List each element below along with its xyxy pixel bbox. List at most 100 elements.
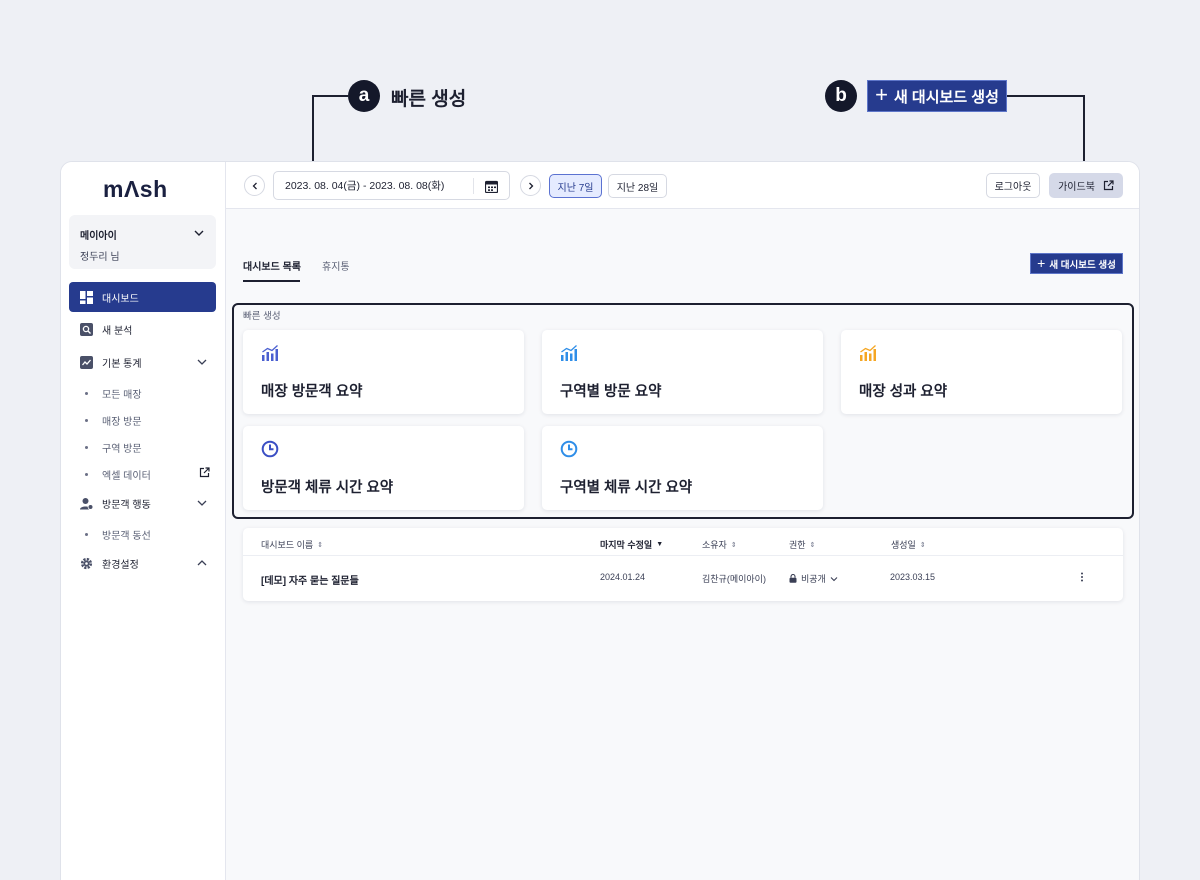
table-row-permission[interactable]: 비공개 [789, 572, 838, 585]
column-header-label: 권한 [789, 540, 806, 550]
sidebar-item-label: 방문객 행동 [102, 499, 151, 511]
sort-icon: ⇕ [809, 541, 816, 549]
mash-logo[interactable]: mΛsh [103, 176, 168, 203]
header-divider [243, 555, 1123, 556]
quick-card-label: 방문객 체류 시간 요약 [261, 480, 394, 496]
column-header-name[interactable]: 대시보드 이름 ⇕ [261, 538, 323, 551]
sidebar-item-visitor-behavior[interactable]: 방문객 행동 [69, 488, 216, 518]
guidebook-label: 가이드북 [1058, 182, 1095, 193]
sidebar-sub-store-visits[interactable]: 매장 방문 [85, 413, 142, 428]
callout-a-line-h [313, 95, 348, 97]
chevron-down-icon [197, 359, 207, 365]
prev-period-button[interactable] [244, 175, 265, 196]
plus-icon: + [1037, 255, 1046, 271]
sidebar-item-label: 대시보드 [102, 293, 139, 305]
external-link-icon [1103, 180, 1114, 191]
callout-a-label: 빠른 생성 [391, 89, 467, 110]
lock-icon [789, 574, 797, 583]
chevron-down-icon [830, 576, 838, 581]
external-link-icon [199, 467, 210, 478]
top-bar: 2023. 08. 04(금) - 2023. 08. 08(화) 지난 7일 … [226, 162, 1139, 209]
quick-card-zone-visit-summary[interactable]: 구역별 방문 요약 [542, 330, 823, 414]
dashboard-table: 대시보드 이름 ⇕ 마지막 수정일 ▼ 소유자 ⇕ 권한 ⇕ 생성일 ⇕ [데모] 자주 … [243, 528, 1123, 601]
sidebar-item-dashboard[interactable]: 대시보드 [69, 282, 216, 312]
more-vertical-icon [1081, 572, 1083, 582]
column-header-label: 소유자 [702, 540, 727, 550]
sidebar-item-basic-stats[interactable]: 기본 통계 [69, 347, 216, 377]
dashboard-icon [79, 290, 93, 304]
tab-trash[interactable]: 휴지통 [322, 258, 350, 273]
sort-icon: ⇕ [919, 541, 926, 549]
quick-card-visitor-dwell-summary[interactable]: 방문객 체류 시간 요약 [243, 426, 524, 510]
sidebar-sub-excel-data[interactable]: 엑셀 데이터 [85, 467, 151, 482]
callout-b-line-h [1007, 95, 1084, 97]
org-selector[interactable]: 메이아이 정두리 님 [69, 215, 216, 269]
sort-icon: ⇕ [730, 541, 737, 549]
callout-b-badge: b [825, 80, 857, 112]
quick-card-store-performance-summary[interactable]: 매장 성과 요약 [841, 330, 1122, 414]
sidebar-item-new-analysis[interactable]: 새 분석 [69, 314, 216, 344]
tab-dashboard-list[interactable]: 대시보드 목록 [243, 258, 301, 273]
table-row-modified: 2024.01.24 [600, 572, 646, 582]
gear-icon [79, 556, 93, 570]
sidebar-sub-all-stores[interactable]: 모든 매장 [85, 386, 142, 401]
column-header-modified[interactable]: 마지막 수정일 ▼ [600, 538, 663, 551]
table-row-name[interactable]: [데모] 자주 묻는 질문들 [261, 572, 359, 587]
column-header-label: 생성일 [891, 540, 916, 550]
date-range-picker[interactable]: 2023. 08. 04(금) - 2023. 08. 08(화) [273, 171, 510, 200]
quick-card-label: 매장 방문객 요약 [261, 384, 363, 400]
new-dashboard-button[interactable]: + 새 대시보드 생성 [1030, 253, 1123, 274]
tab-underline [243, 280, 300, 282]
new-dashboard-label: 새 대시보드 생성 [1049, 259, 1116, 271]
column-header-permission[interactable]: 권한 ⇕ [789, 538, 815, 551]
column-header-label: 대시보드 이름 [261, 540, 314, 550]
table-row-created: 2023.03.15 [890, 572, 936, 582]
app-window: mΛsh 메이아이 정두리 님 대시보드 새 분석 기본 통계 모든 매장 매장… [60, 161, 1140, 880]
sidebar-sub-visitor-path[interactable]: 방문객 동선 [85, 527, 151, 542]
divider [473, 178, 474, 194]
callout-b-new-dashboard-button: + 새 대시보드 생성 [867, 80, 1007, 112]
date-range-text: 2023. 08. 04(금) - 2023. 08. 08(화) [285, 180, 445, 192]
next-period-button[interactable] [520, 175, 541, 196]
chevron-down-icon [194, 230, 204, 236]
chevron-up-icon [197, 560, 207, 566]
column-header-owner[interactable]: 소유자 ⇕ [702, 538, 737, 551]
callout-a-badge: a [348, 80, 380, 112]
sidebar: mΛsh 메이아이 정두리 님 대시보드 새 분석 기본 통계 모든 매장 매장… [61, 162, 226, 880]
sort-icon: ⇕ [317, 541, 324, 549]
main-content: 2023. 08. 04(금) - 2023. 08. 08(화) 지난 7일 … [226, 162, 1139, 880]
table-row-owner: 김찬규(메이아이) [702, 574, 766, 584]
permission-label: 비공개 [801, 574, 826, 584]
plus-icon: + [875, 82, 888, 107]
bar-chart-icon [262, 345, 278, 361]
user-name: 정두리 님 [80, 252, 120, 263]
bar-chart-icon [561, 345, 577, 361]
visitor-behavior-icon [79, 496, 93, 510]
sidebar-item-settings[interactable]: 환경설정 [69, 548, 216, 578]
calendar-icon [485, 180, 498, 193]
chevron-down-icon [197, 500, 207, 506]
quick-card-label: 구역별 방문 요약 [560, 384, 662, 400]
period-7-days-button[interactable]: 지난 7일 [549, 174, 602, 198]
quick-card-label: 구역별 체류 시간 요약 [560, 480, 693, 496]
quick-card-zone-dwell-summary[interactable]: 구역별 체류 시간 요약 [542, 426, 823, 510]
row-more-button[interactable] [1079, 572, 1085, 582]
chart-line-icon [79, 355, 93, 369]
sidebar-item-label: 환경설정 [102, 559, 139, 571]
period-28-days-button[interactable]: 지난 28일 [608, 174, 667, 198]
clock-icon [560, 440, 578, 458]
sidebar-sub-zone-visits[interactable]: 구역 방문 [85, 440, 142, 455]
search-analysis-icon [79, 322, 93, 336]
sidebar-item-label: 새 분석 [102, 325, 133, 337]
quick-card-label: 매장 성과 요약 [859, 384, 948, 400]
chevron-right-icon [528, 182, 533, 189]
logout-button[interactable]: 로그아웃 [986, 173, 1040, 198]
column-header-created[interactable]: 생성일 ⇕ [891, 538, 926, 551]
quick-card-store-visitor-summary[interactable]: 매장 방문객 요약 [243, 330, 524, 414]
sort-desc-icon: ▼ [656, 541, 664, 548]
quick-create-title: 빠른 생성 [243, 311, 281, 322]
org-name: 메이아이 [80, 231, 117, 242]
guidebook-button[interactable]: 가이드북 [1049, 173, 1123, 198]
column-header-label: 마지막 수정일 [600, 540, 653, 550]
callout-b-label: 새 대시보드 생성 [893, 88, 999, 106]
